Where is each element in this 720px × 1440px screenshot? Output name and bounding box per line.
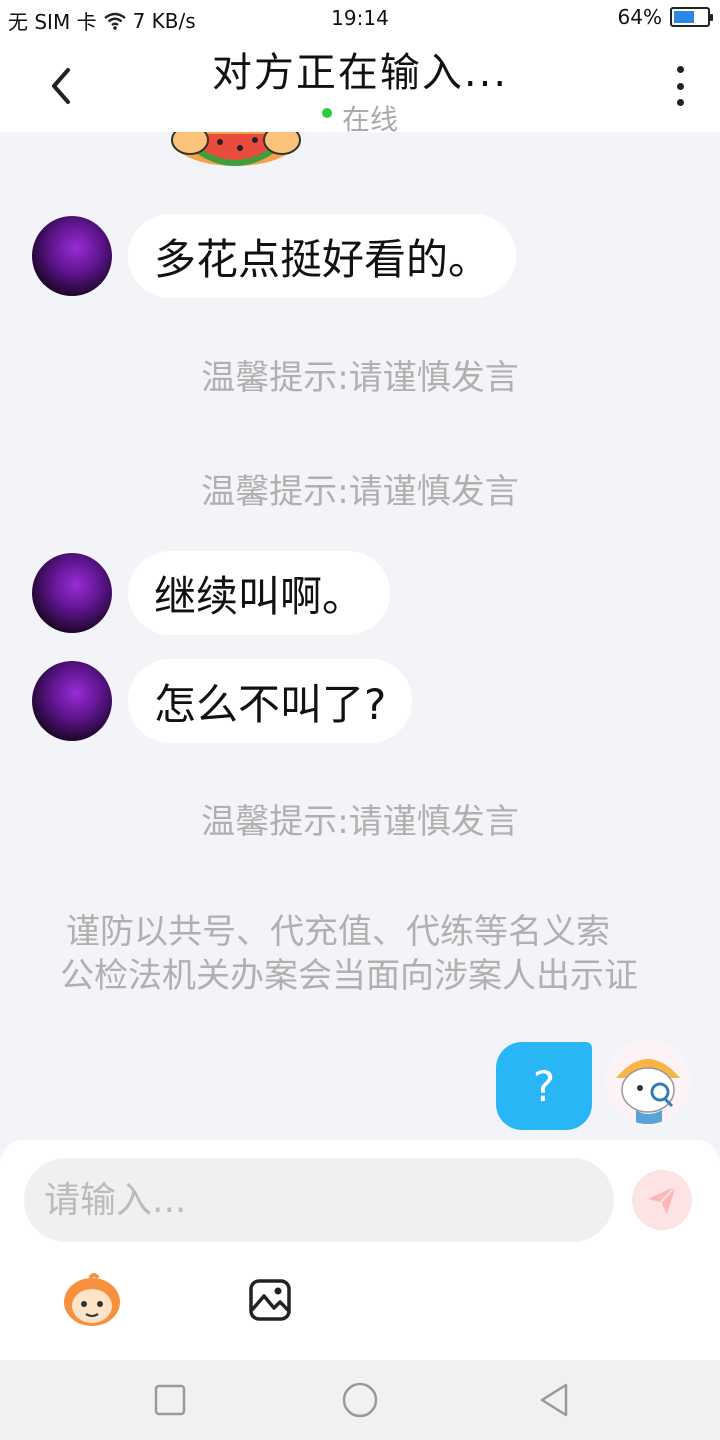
send-button[interactable] (632, 1170, 692, 1230)
chat-area[interactable]: 多花点挺好看的。 温馨提示:请谨慎发言 温馨提示:请谨慎发言 继续叫啊。 怎么不… (0, 132, 720, 1140)
message-bubble[interactable]: 继续叫啊。 (128, 551, 391, 635)
status-bar: 无 SIM 卡 7 KB/s 19:14 64% (0, 0, 720, 36)
square-nav-icon (154, 1384, 186, 1416)
more-button[interactable] (670, 66, 690, 106)
send-icon (648, 1185, 677, 1214)
battery-percent: 64% (617, 5, 662, 29)
system-tip: 温馨提示:请谨慎发言 (201, 802, 519, 842)
home-button[interactable] (340, 1380, 380, 1420)
avatar[interactable] (32, 661, 112, 741)
circle-nav-icon (342, 1382, 378, 1418)
recent-apps-button[interactable] (150, 1380, 190, 1420)
chat-header: 对方正在输入... 在线 (0, 36, 720, 136)
triangle-nav-icon (540, 1383, 568, 1417)
back-nav-button[interactable] (534, 1380, 574, 1420)
notice-line: 谨防以共号、代充值、代练等名义索 (66, 912, 610, 952)
status-right: 64% (617, 5, 713, 29)
outgoing-bubble[interactable]: ? (496, 1042, 592, 1130)
avatar[interactable] (32, 553, 112, 633)
notice-line: 公检法机关办案会当面向涉案人出示证 (60, 956, 638, 996)
cartoon-avatar-icon (606, 1040, 690, 1124)
message-row: 继续叫啊。 (32, 551, 391, 635)
image-button[interactable] (248, 1278, 292, 1322)
message-bubble[interactable]: 怎么不叫了? (128, 659, 413, 743)
battery-icon (670, 7, 713, 27)
message-row: 怎么不叫了? (32, 659, 413, 743)
message-bubble[interactable]: 多花点挺好看的。 (128, 214, 517, 298)
input-panel (0, 1140, 720, 1360)
watermelon-sticker (171, 132, 301, 166)
more-icon-dot (676, 66, 684, 73)
online-dot (321, 108, 332, 118)
clock: 19:14 (331, 6, 389, 30)
image-icon (249, 1279, 291, 1321)
security-notice: 谨防以共号、代充值、代练等名义索 公检法机关办案会当面向涉案人出示证 (60, 910, 660, 998)
emoji-icon (64, 1273, 120, 1326)
more-icon-dot (676, 82, 684, 90)
battery-fill (674, 11, 695, 23)
system-tip: 温馨提示:请谨慎发言 (201, 472, 519, 512)
message-input[interactable] (24, 1158, 614, 1242)
message-row: 多花点挺好看的。 (32, 214, 517, 298)
chat-title: 对方正在输入... (211, 50, 509, 96)
avatar[interactable] (32, 216, 112, 296)
more-icon-dot (676, 99, 684, 106)
emoji-button[interactable] (60, 1272, 124, 1328)
self-avatar[interactable] (606, 1040, 690, 1124)
system-tip: 温馨提示:请谨慎发言 (201, 358, 519, 398)
system-nav-bar (0, 1360, 720, 1440)
